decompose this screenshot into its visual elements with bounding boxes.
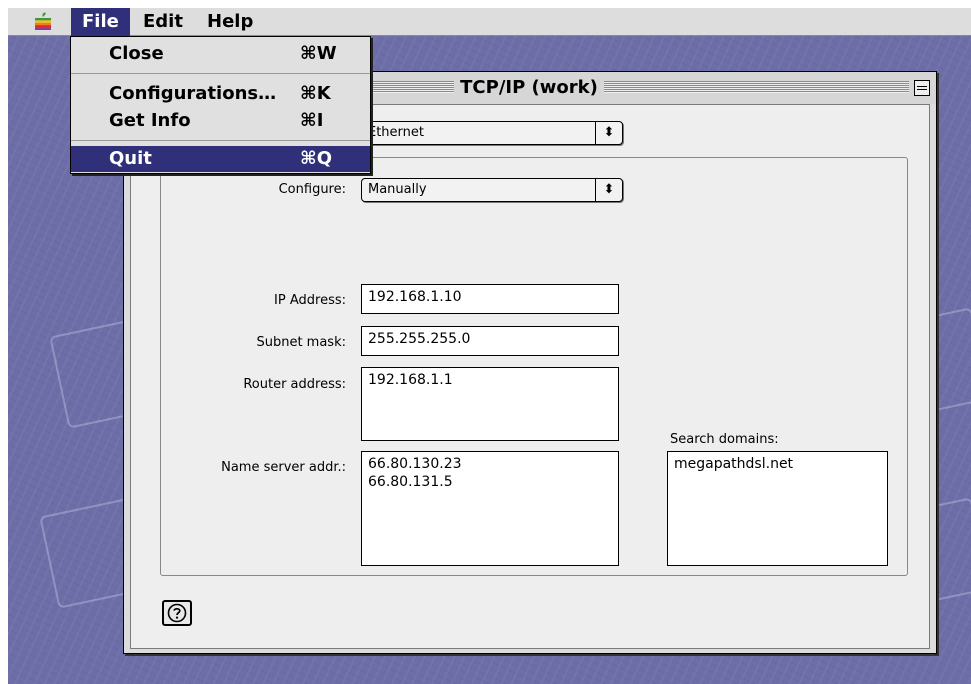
configure-popup[interactable]: Manually ⬍ xyxy=(361,178,623,202)
menu-item-label: Close xyxy=(109,43,164,64)
connect-via-value: Ethernet xyxy=(368,125,424,140)
menu-item-label: Quit xyxy=(109,148,152,169)
menu-edit[interactable]: Edit xyxy=(137,8,189,36)
configure-value: Manually xyxy=(368,182,427,197)
menu-item-get-info[interactable]: Get Info ⌘I xyxy=(71,108,370,134)
popup-arrows-icon: ⬍ xyxy=(595,122,622,144)
router-address-field[interactable]: 192.168.1.1 xyxy=(361,367,619,441)
menu-item-close[interactable]: Close ⌘W xyxy=(71,41,370,67)
menu-item-quit[interactable]: Quit ⌘Q xyxy=(71,146,370,172)
menu-item-label: Get Info xyxy=(109,110,191,131)
menu-item-shortcut: ⌘I xyxy=(300,110,324,131)
window-title: TCP/IP (work) xyxy=(454,74,604,102)
apple-menu[interactable] xyxy=(30,8,56,36)
ip-address-field[interactable]: 192.168.1.10 xyxy=(361,284,619,314)
connect-via-popup[interactable]: Ethernet ⬍ xyxy=(361,121,623,145)
subnet-mask-field[interactable]: 255.255.255.0 xyxy=(361,326,619,356)
menu-help[interactable]: Help xyxy=(201,8,259,36)
subnet-mask-label: Subnet mask: xyxy=(256,335,346,350)
collapse-box-button[interactable] xyxy=(914,80,930,96)
menu-bar: File Edit Help xyxy=(8,8,971,36)
router-address-label: Router address: xyxy=(243,377,346,392)
file-menu-dropdown: Close ⌘W Configurations… ⌘K Get Info ⌘I … xyxy=(70,36,371,174)
menu-item-configurations[interactable]: Configurations… ⌘K xyxy=(71,81,370,107)
search-domains-label: Search domains: xyxy=(670,432,779,447)
apple-icon xyxy=(35,12,51,30)
window-content: Ethernet ⬍ Configure: Manually ⬍ IP Addr… xyxy=(130,104,930,649)
question-mark-icon xyxy=(167,603,187,623)
name-server-entry: 66.80.130.23 xyxy=(368,456,462,472)
title-bar-stripes xyxy=(604,81,909,93)
configure-label: Configure: xyxy=(278,182,346,197)
title-bar-stripes xyxy=(362,81,454,93)
name-server-entry: 66.80.131.5 xyxy=(368,474,453,490)
name-server-field[interactable]: 66.80.130.23 66.80.131.5 xyxy=(361,451,619,566)
search-domains-field[interactable]: megapathdsl.net xyxy=(667,451,888,566)
help-button[interactable] xyxy=(162,600,192,626)
menu-item-label: Configurations… xyxy=(109,83,277,104)
menu-item-shortcut: ⌘W xyxy=(300,43,337,64)
menu-file[interactable]: File xyxy=(71,8,130,36)
menu-item-shortcut: ⌘Q xyxy=(300,148,333,169)
menu-separator xyxy=(71,140,370,141)
popup-arrows-icon: ⬍ xyxy=(595,179,622,201)
ip-address-label: IP Address: xyxy=(274,293,346,308)
menu-item-shortcut: ⌘K xyxy=(300,83,331,104)
name-server-label: Name server addr.: xyxy=(221,460,346,475)
search-domain-entry: megapathdsl.net xyxy=(674,456,794,472)
menu-separator xyxy=(71,73,370,74)
